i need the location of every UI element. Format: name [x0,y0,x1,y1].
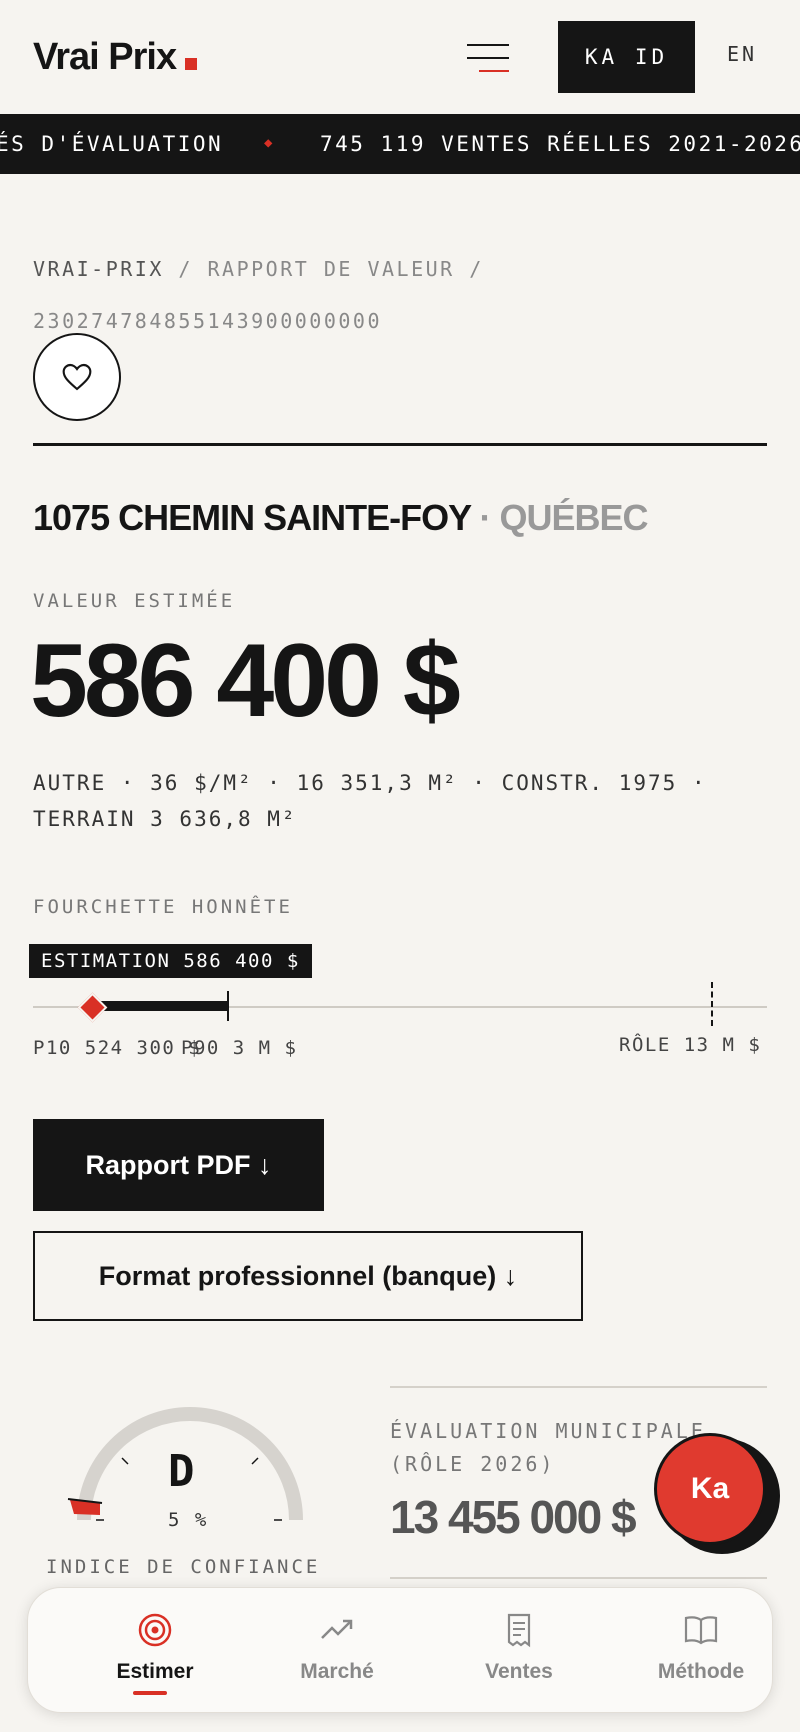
estimate-badge: ESTIMATION 586 400 $ [29,944,312,978]
nav-label: Estimer [116,1660,194,1683]
language-toggle[interactable]: EN [727,42,757,66]
book-icon [684,1616,718,1645]
address-city: QUÉBEC [499,497,648,538]
estimate-marker-icon [77,992,108,1023]
logo[interactable]: Vrai Prix [33,36,177,79]
active-indicator [133,1691,167,1695]
menu-icon[interactable] [467,44,509,72]
property-specs: AUTRE · 36 $/M² · 16 351,3 M² · CONSTR. … [33,771,707,831]
favorite-button[interactable] [33,333,121,421]
breadcrumb-id: 230274784855143900000000 [33,309,382,333]
ka-assistant-button[interactable]: Ka [654,1433,766,1545]
property-address: 1075 CHEMIN SAINTE-FOY · QUÉBEC [33,497,649,538]
address-street: 1075 CHEMIN SAINTE-FOY [33,497,471,538]
ticker-item: 745 119 VENTES RÉELLES 2021-2026 [320,132,800,156]
trend-up-icon [321,1619,353,1639]
nav-item-marche[interactable]: Marché [247,1588,427,1714]
p10-label: P10 524 300 $ [33,1037,202,1059]
ka-id-button[interactable]: KA ID [558,21,695,93]
nav-item-estimer[interactable]: Estimer [65,1588,245,1714]
range-p90-tick [227,991,229,1021]
receipt-icon [507,1613,531,1648]
logo-square-icon [185,58,197,70]
section-divider [33,443,767,446]
ticker-banner: ÉS D'ÉVALUATION ◆ 745 119 VENTES RÉELLES… [0,114,800,174]
breadcrumb-root[interactable]: VRAI-PRIX [33,257,164,281]
app-header: Vrai Prix KA ID EN [0,0,800,114]
nav-item-methode[interactable]: Méthode [611,1588,791,1714]
role-label: RÔLE 13 M $ [619,1034,762,1056]
diamond-icon: ◆ [264,135,275,151]
heart-icon [62,363,92,391]
range-interval-bar [91,1001,228,1011]
confidence-grade: D [168,1446,195,1497]
value-label: VALEUR ESTIMÉE [33,590,236,612]
ticker-item: ÉS D'ÉVALUATION [0,132,224,156]
divider [390,1577,767,1579]
divider [390,1386,767,1388]
confidence-percent: 5 % [168,1509,209,1531]
nav-label: Méthode [657,1660,745,1683]
bottom-navigation: Estimer Marché Ventes Méthode [27,1587,773,1713]
nav-label: Marché [300,1660,374,1683]
confidence-label: INDICE DE CONFIANCE [46,1556,321,1578]
nav-item-ventes[interactable]: Ventes [429,1588,609,1714]
professional-format-button[interactable]: Format professionnel (banque) ↓ [33,1231,583,1321]
p90-label: P90 3 M $ [181,1037,298,1059]
breadcrumb: VRAI-PRIX / RAPPORT DE VALEUR / 23027478… [33,257,484,333]
role-marker [711,982,713,1026]
range-label: FOURCHETTE HONNÊTE [33,896,293,918]
nav-label: Ventes [485,1660,553,1683]
estimated-value: 586 400 $ [30,623,461,739]
pdf-report-button[interactable]: Rapport PDF ↓ [33,1119,324,1211]
target-icon [138,1613,172,1647]
municipal-value: 13 455 000 $ [390,1491,637,1543]
breadcrumb-section[interactable]: RAPPORT DE VALEUR [208,257,455,281]
